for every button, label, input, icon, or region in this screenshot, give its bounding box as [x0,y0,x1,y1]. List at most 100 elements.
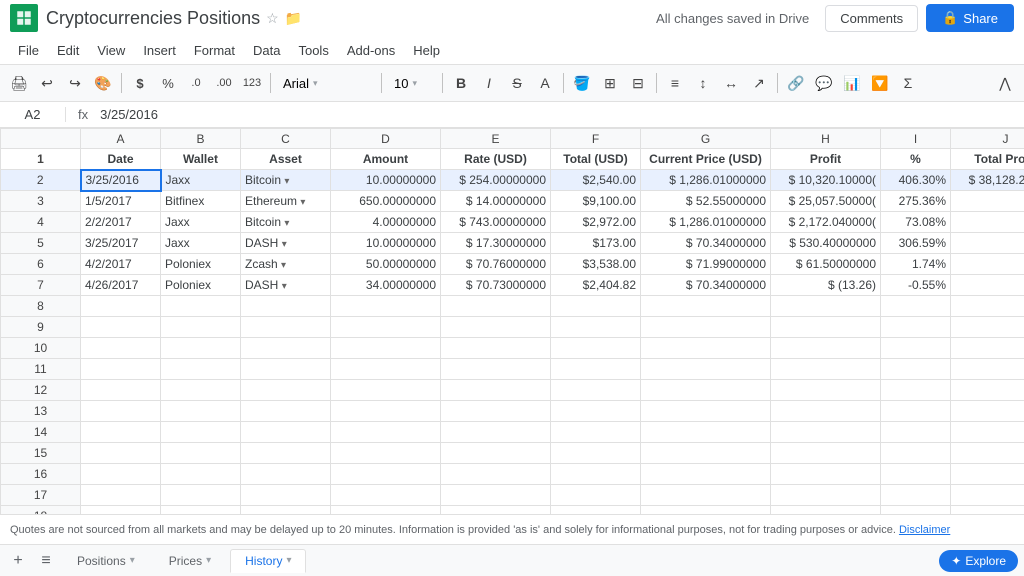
col-header-F[interactable]: F [551,129,641,149]
cell-C1[interactable]: Asset [241,149,331,170]
paint-format-button[interactable]: 🎨 [90,70,116,96]
menu-file[interactable]: File [10,40,47,61]
cell-B1[interactable]: Wallet [161,149,241,170]
currency-button[interactable]: $ [127,70,153,96]
cell-reference[interactable]: A2 [6,107,66,122]
col-header-D[interactable]: D [331,129,441,149]
cell-J2[interactable]: $ 38,128.28000( [951,170,1024,191]
cell-C2[interactable]: Bitcoin ▾ [241,170,331,191]
menu-view[interactable]: View [89,40,133,61]
cell-G1[interactable]: Current Price (USD) [641,149,771,170]
font-family-selector[interactable]: Arial ▾ [276,70,376,96]
cell-G2[interactable]: $ 1,286.01000000 [641,170,771,191]
share-button[interactable]: 🔒 Share [926,4,1014,32]
cell-B6[interactable]: Poloniex [161,254,241,275]
row-num-2[interactable]: 2 [1,170,81,191]
cell-E4[interactable]: $ 743.00000000 [441,212,551,233]
menu-tools[interactable]: Tools [290,40,336,61]
add-sheet-button[interactable]: + [6,549,30,573]
sheet-table-wrapper[interactable]: A B C D E F G H I J K 1 Date [0,128,1024,514]
functions-button[interactable]: Σ [895,70,921,96]
comments-button[interactable]: Comments [825,5,918,32]
cell-A7[interactable]: 4/26/2017 [81,275,161,296]
cell-J3[interactable] [951,191,1024,212]
redo-button[interactable]: ↪ [62,70,88,96]
cell-D7[interactable]: 34.00000000 [331,275,441,296]
cell-H2[interactable]: $ 10,320.10000( [771,170,881,191]
cell-G3[interactable]: $ 52.55000000 [641,191,771,212]
cell-G4[interactable]: $ 1,286.01000000 [641,212,771,233]
row-num-5[interactable]: 5 [1,233,81,254]
fill-color-button[interactable]: 🪣 [569,70,595,96]
cell-F2[interactable]: $2,540.00 [551,170,641,191]
cell-D3[interactable]: 650.00000000 [331,191,441,212]
cell-I7[interactable]: -0.55% [881,275,951,296]
cell-F6[interactable]: $3,538.00 [551,254,641,275]
filter-button[interactable]: 🔽 [867,70,893,96]
disclaimer-link[interactable]: Disclaimer [899,524,950,536]
col-header-E[interactable]: E [441,129,551,149]
italic-button[interactable]: I [476,70,502,96]
menu-help[interactable]: Help [405,40,448,61]
star-icon[interactable]: ☆ [266,10,279,27]
cell-A1[interactable]: Date [81,149,161,170]
row-num-7[interactable]: 7 [1,275,81,296]
font-size-selector[interactable]: 10 ▾ [387,70,437,96]
cell-J4[interactable] [951,212,1024,233]
cell-D1[interactable]: Amount [331,149,441,170]
cell-H4[interactable]: $ 2,172.040000( [771,212,881,233]
col-header-A[interactable]: A [81,129,161,149]
sheet-menu-button[interactable]: ≡ [34,549,58,573]
text-color-button[interactable]: A [532,70,558,96]
cell-E3[interactable]: $ 14.00000000 [441,191,551,212]
cell-I3[interactable]: 275.36% [881,191,951,212]
menu-addons[interactable]: Add-ons [339,40,403,61]
cell-J7[interactable] [951,275,1024,296]
menu-format[interactable]: Format [186,40,243,61]
col-header-J[interactable]: J [951,129,1024,149]
cell-F5[interactable]: $173.00 [551,233,641,254]
menu-edit[interactable]: Edit [49,40,87,61]
insert-link-button[interactable]: 🔗 [783,70,809,96]
cell-A5[interactable]: 3/25/2017 [81,233,161,254]
cell-D2[interactable]: 10.00000000 [331,170,441,191]
more-formats-button[interactable]: 123 [239,70,265,96]
col-header-G[interactable]: G [641,129,771,149]
wrap-text-button[interactable]: ↔ [718,70,744,96]
cell-I4[interactable]: 73.08% [881,212,951,233]
cell-I2[interactable]: 406.30% [881,170,951,191]
cell-D4[interactable]: 4.00000000 [331,212,441,233]
cell-G7[interactable]: $ 70.34000000 [641,275,771,296]
cell-E2[interactable]: $ 254.00000000 [441,170,551,191]
print-button[interactable]: 🖨 [6,70,32,96]
cell-I1[interactable]: % [881,149,951,170]
menu-data[interactable]: Data [245,40,288,61]
col-header-C[interactable]: C [241,129,331,149]
collapse-toolbar-button[interactable]: ⋀ [992,70,1018,96]
cell-J6[interactable] [951,254,1024,275]
cell-C7[interactable]: DASH ▾ [241,275,331,296]
cell-E7[interactable]: $ 70.73000000 [441,275,551,296]
cell-E5[interactable]: $ 17.30000000 [441,233,551,254]
cell-H1[interactable]: Profit [771,149,881,170]
cell-F3[interactable]: $9,100.00 [551,191,641,212]
cell-H6[interactable]: $ 61.50000000 [771,254,881,275]
tab-prices[interactable]: Prices ▾ [154,549,226,573]
rotate-text-button[interactable]: ↗ [746,70,772,96]
explore-button[interactable]: ✦ Explore [939,550,1018,572]
undo-button[interactable]: ↩ [34,70,60,96]
strikethrough-button[interactable]: S [504,70,530,96]
align-left-button[interactable]: ≡ [662,70,688,96]
insert-chart-button[interactable]: 📊 [839,70,865,96]
cell-I6[interactable]: 1.74% [881,254,951,275]
cell-B2[interactable]: Jaxx [161,170,241,191]
cell-A3[interactable]: 1/5/2017 [81,191,161,212]
col-header-H[interactable]: H [771,129,881,149]
cell-B5[interactable]: Jaxx [161,233,241,254]
merge-cells-button[interactable]: ⊟ [625,70,651,96]
cell-J5[interactable] [951,233,1024,254]
row-num-1[interactable]: 1 [1,149,81,170]
decimal-increase-button[interactable]: .00 [211,70,237,96]
cell-E1[interactable]: Rate (USD) [441,149,551,170]
cell-C3[interactable]: Ethereum ▾ [241,191,331,212]
